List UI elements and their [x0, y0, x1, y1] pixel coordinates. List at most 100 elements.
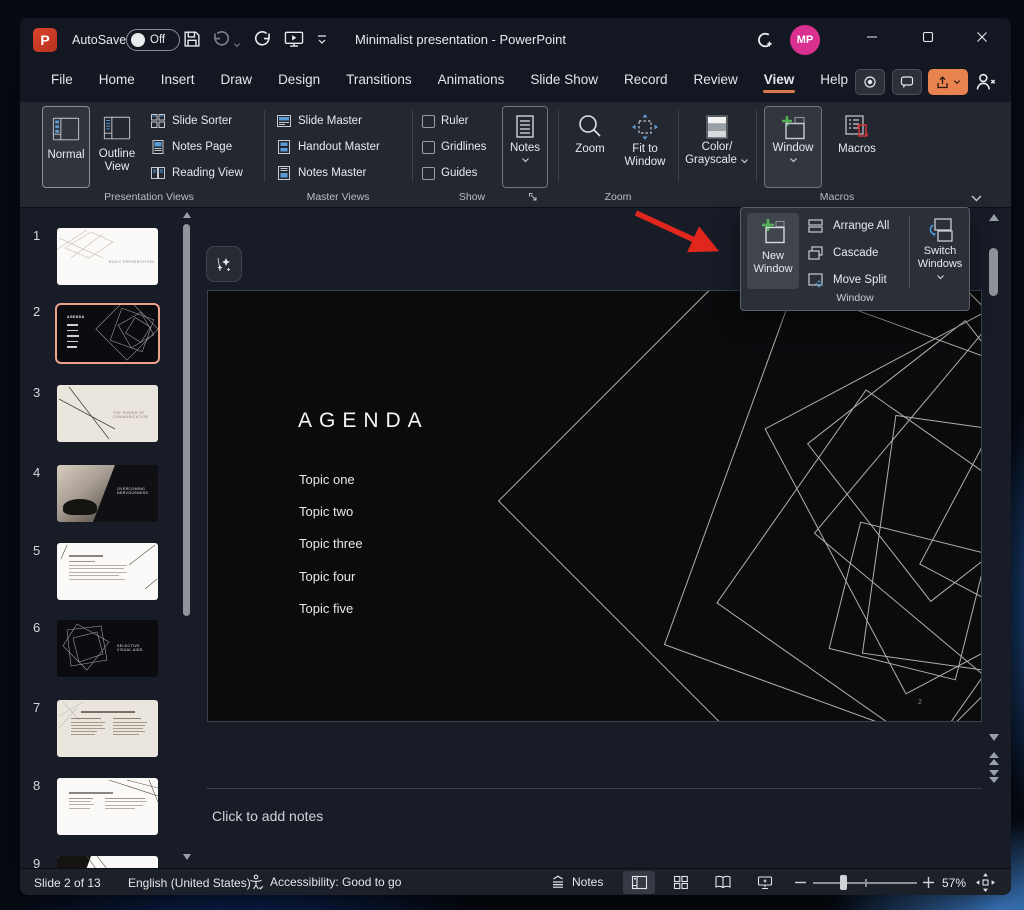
share-button[interactable]	[928, 69, 968, 95]
tab-animations[interactable]: Animations	[425, 62, 518, 97]
notes-master-button[interactable]: Notes Master	[276, 162, 366, 184]
powerpoint-logo: P	[33, 28, 57, 52]
autosave-toggle[interactable]: Off	[126, 29, 180, 51]
fit-to-window-label: Fit to Window	[618, 143, 672, 169]
notes-toggle-button[interactable]: Notes	[550, 874, 603, 890]
notes-pane-divider[interactable]	[206, 788, 982, 789]
notes-page-button[interactable]: Notes Page	[150, 136, 232, 158]
tab-design[interactable]: Design	[265, 62, 333, 97]
tab-slide-show[interactable]: Slide Show	[517, 62, 611, 97]
thumbnail-micro-text: SELECTIVE VISUAL AIDS	[117, 644, 149, 652]
save-button[interactable]	[182, 29, 202, 49]
scrollbar-thumb[interactable]	[183, 224, 190, 616]
thumbnail-slide-7[interactable]	[57, 700, 158, 757]
window-ribbon-button[interactable]: Window	[764, 106, 822, 188]
tab-view[interactable]: View	[751, 62, 808, 97]
tab-draw[interactable]: Draw	[208, 62, 266, 97]
maximize-button[interactable]	[906, 18, 950, 56]
tab-help[interactable]: Help	[807, 62, 861, 97]
thumbnail-slide-6[interactable]: SELECTIVE VISUAL AIDS	[57, 620, 158, 677]
reading-view-button[interactable]: Reading View	[150, 162, 243, 184]
new-window-label: New Window	[747, 250, 799, 276]
previous-slide-button[interactable]	[989, 752, 999, 765]
language-button[interactable]: English (United States)	[128, 876, 251, 890]
normal-view-status-button[interactable]	[623, 871, 655, 894]
start-slideshow-button[interactable]	[283, 29, 305, 49]
slide-sorter-icon	[150, 113, 166, 129]
menu-item-arrange-all[interactable]: Arrange All	[807, 213, 889, 238]
undo-button[interactable]	[211, 29, 241, 49]
thumbnail-slide-1[interactable]: BASIC PRESENTATION	[57, 228, 158, 285]
slide-title[interactable]: AGENDA	[298, 409, 429, 433]
ruler-checkbox[interactable]: Ruler	[422, 110, 468, 132]
slide-sorter-button[interactable]: Slide Sorter	[150, 110, 232, 132]
menu-item-move-split[interactable]: Move Split	[807, 267, 887, 292]
slide-counter[interactable]: Slide 2 of 13	[34, 876, 101, 890]
zoom-level-button[interactable]: 57%	[942, 876, 966, 890]
new-window-button[interactable]: New Window	[747, 213, 799, 289]
outline-view-button[interactable]: Outline View	[92, 106, 142, 188]
color-grayscale-chevron-icon	[740, 158, 749, 164]
handout-master-button[interactable]: Handout Master	[276, 136, 380, 158]
notes-ribbon-button[interactable]: Notes	[502, 106, 548, 188]
color-grayscale-button[interactable]: Color/ Grayscale	[686, 106, 748, 188]
zoom-slider-thumb[interactable]	[840, 875, 847, 890]
close-button[interactable]	[960, 18, 1004, 56]
tab-file[interactable]: File	[38, 62, 86, 97]
show-dialog-launcher[interactable]	[528, 192, 539, 203]
scrollbar-thumb[interactable]	[989, 248, 998, 296]
switch-windows-button[interactable]: Switch Windows	[913, 213, 967, 289]
thumbnail-topic-lines	[67, 324, 79, 348]
slide-number-1: 1	[33, 228, 40, 243]
handout-master-icon	[276, 139, 292, 155]
normal-view-button[interactable]: Normal	[42, 106, 90, 188]
thumbnail-slide-4[interactable]: OVERCOMING NERVOUSNESS	[57, 465, 158, 522]
redo-button[interactable]	[253, 29, 273, 49]
accessibility-button[interactable]: Accessibility: Good to go	[248, 874, 401, 890]
zoom-slider[interactable]	[813, 875, 917, 890]
zoom-out-button[interactable]	[795, 881, 806, 884]
gridlines-checkbox[interactable]: Gridlines	[422, 136, 486, 158]
guides-checkbox[interactable]: Guides	[422, 162, 477, 184]
slide-canvas[interactable]: AGENDA Topic one Topic two Topic three T…	[207, 290, 982, 722]
present-to-people-button[interactable]	[974, 71, 998, 93]
thumbnail-slide-9[interactable]	[57, 856, 158, 868]
designer-button[interactable]	[206, 246, 242, 282]
next-slide-button[interactable]	[989, 770, 999, 783]
notes-placeholder[interactable]: Click to add notes	[212, 808, 323, 824]
slideshow-status-button[interactable]	[749, 871, 781, 894]
tab-transitions[interactable]: Transitions	[333, 62, 425, 97]
scroll-down-arrow-icon	[183, 854, 191, 860]
menu-item-cascade[interactable]: Cascade	[807, 240, 878, 265]
reading-view-status-button[interactable]	[707, 871, 739, 894]
tab-insert[interactable]: Insert	[148, 62, 208, 97]
account-avatar[interactable]: MP	[790, 25, 820, 55]
record-button[interactable]	[855, 69, 885, 95]
comments-button[interactable]	[892, 69, 922, 95]
zoom-in-button[interactable]	[923, 877, 934, 888]
macros-button[interactable]: Macros	[830, 106, 884, 188]
copilot-button[interactable]	[753, 29, 775, 51]
thumbnail-slide-5[interactable]	[57, 543, 158, 600]
thumbnail-slide-8[interactable]	[57, 778, 158, 835]
minimize-button[interactable]	[850, 18, 894, 56]
handout-master-label: Handout Master	[298, 141, 380, 153]
thumbnail-slide-2-selected[interactable]: AGENDA	[55, 303, 160, 364]
main-scrollbar[interactable]	[988, 208, 1000, 788]
tab-home[interactable]: Home	[86, 62, 148, 97]
slide-sorter-status-button[interactable]	[665, 871, 697, 894]
slide-topic-list[interactable]: Topic one Topic two Topic three Topic fo…	[299, 463, 363, 624]
collapse-ribbon-button[interactable]	[970, 194, 983, 203]
thumbnail-slide-3[interactable]: THE POWER OF COMMUNICATION	[57, 385, 158, 442]
customize-qat-icon	[315, 32, 329, 46]
thumbnail-scrollbar[interactable]	[183, 210, 191, 866]
fit-to-window-button[interactable]: Fit to Window	[618, 106, 672, 188]
tab-record[interactable]: Record	[611, 62, 681, 97]
fit-slide-to-window-button[interactable]	[976, 873, 995, 892]
ruler-label: Ruler	[441, 115, 468, 127]
group-label-macros: Macros	[792, 191, 882, 203]
tab-review[interactable]: Review	[681, 62, 751, 97]
slide-master-button[interactable]: Slide Master	[276, 110, 362, 132]
zoom-button[interactable]: Zoom	[566, 106, 614, 188]
customize-qat-button[interactable]	[315, 32, 329, 46]
